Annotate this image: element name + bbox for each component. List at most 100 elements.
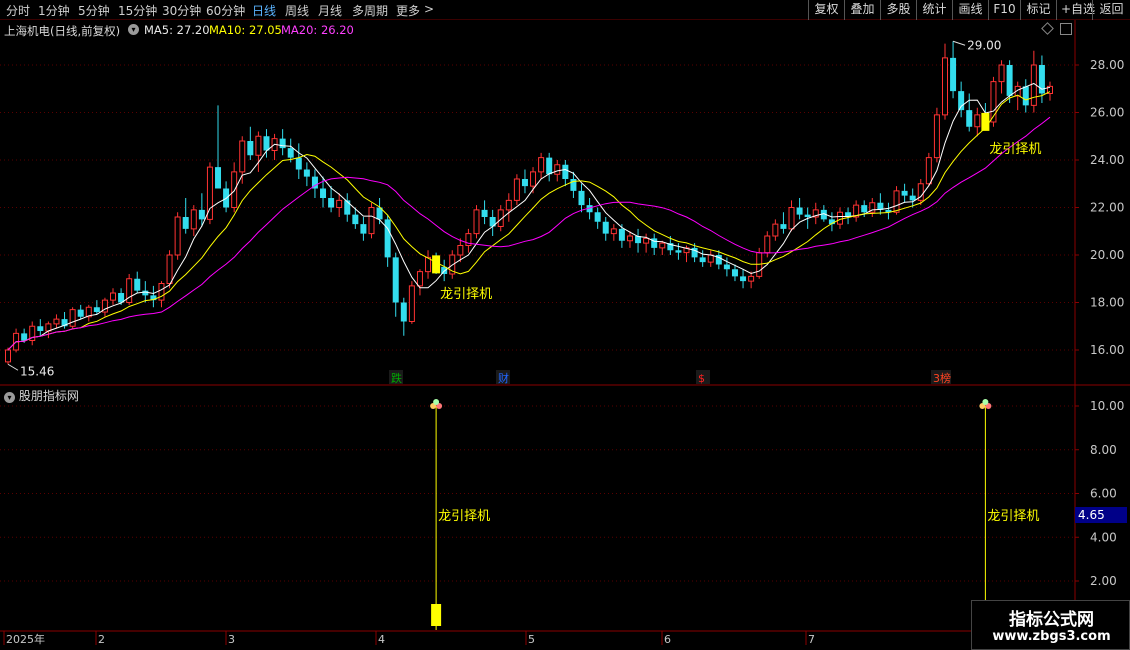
f10-button[interactable]: F10 (988, 0, 1020, 20)
mark-button[interactable]: 标记 (1020, 0, 1056, 20)
watermark-url: www.zbgs3.com (992, 629, 1111, 644)
date-label: 7 (808, 633, 815, 646)
event-tag-box (496, 370, 510, 384)
event-tag: 跌 (391, 371, 402, 385)
candle-body-down (780, 224, 787, 229)
event-tag-box (931, 370, 951, 384)
candle-body-up (425, 256, 432, 273)
candle-body-up (788, 207, 795, 230)
candle-body-up (110, 292, 117, 301)
candle-body-up (126, 278, 133, 303)
candle-body-down (142, 290, 149, 296)
stats-button[interactable]: 统计 (916, 0, 952, 20)
candle-body-down (861, 205, 868, 213)
panel-layout-icon[interactable] (1060, 23, 1072, 35)
candle-body-down (344, 200, 351, 215)
more-arrow-icon[interactable]: > (424, 2, 434, 16)
candle-body-up (53, 318, 60, 325)
period-1min[interactable]: 1分钟 (38, 2, 70, 19)
candle-body-up (255, 135, 262, 156)
candle-body-down (570, 179, 577, 191)
ma20-line (7, 116, 1051, 351)
candle-body-up (101, 299, 108, 313)
candle-body-up (231, 171, 238, 208)
candle-body-up (457, 245, 464, 256)
overlay-button[interactable]: 叠加 (844, 0, 880, 20)
candle-body-up (465, 233, 472, 246)
candle-body-up (941, 57, 948, 116)
candle-body-down (295, 157, 302, 170)
ma5-value: MA5: 27.20 (144, 23, 210, 37)
period-5min[interactable]: 5分钟 (78, 2, 110, 19)
candle-body-down (877, 202, 884, 210)
event-tag: $ (698, 372, 705, 385)
candle-body-up (683, 247, 690, 254)
candle-body-up (368, 207, 375, 235)
candle-body-down (61, 319, 68, 327)
signal-dot (430, 403, 437, 409)
candle-body-up (707, 254, 714, 263)
candle-body-down (699, 257, 706, 263)
candle-body-up (772, 223, 779, 237)
date-label: 4 (378, 633, 385, 646)
candle-body-down (1022, 86, 1029, 106)
signal-dot (982, 399, 989, 405)
candle-body-down (966, 110, 973, 127)
candle-body-up (659, 242, 666, 249)
signal-dot (979, 403, 986, 409)
settings-circle-icon[interactable]: ▾ (128, 24, 139, 35)
candle-body-down (618, 228, 625, 241)
period-15min[interactable]: 15分钟 (118, 2, 157, 19)
sub-signal-label: 龙引择机 (438, 509, 490, 524)
candle-body-down (950, 57, 957, 92)
candle-body-down (118, 293, 125, 303)
sub-signal-bar (431, 604, 442, 626)
candle-body-up (1047, 85, 1053, 94)
candle-body-down (723, 264, 730, 270)
candle-body-up (998, 64, 1005, 83)
draw-button[interactable]: 画线 (952, 0, 988, 20)
period-multi[interactable]: 多周期 (352, 2, 388, 19)
candle-body-up (158, 283, 165, 301)
candle-body-up (853, 204, 860, 218)
candle-body-down (667, 243, 674, 251)
candle-body-up (626, 235, 633, 242)
candle-body-up (917, 183, 924, 201)
multi-stock-button[interactable]: 多股 (880, 0, 916, 20)
period-daily[interactable]: 日线 (252, 2, 276, 19)
candle-body-down (360, 224, 367, 234)
signal-dot (433, 399, 440, 405)
candle-body-down (441, 266, 448, 274)
watermark: 指标公式网 www.zbgs3.com (971, 600, 1130, 650)
candle-body-up (505, 199, 512, 211)
candle-body-down (901, 190, 908, 196)
candle-body-down (578, 190, 585, 206)
period-30min[interactable]: 30分钟 (162, 2, 201, 19)
candle-body-down (594, 212, 601, 222)
sub-settings-icon[interactable]: ▾ (4, 392, 15, 403)
period-weekly[interactable]: 周线 (285, 2, 309, 19)
period-more[interactable]: 更多 (396, 2, 420, 19)
candle-body-up (29, 325, 36, 341)
candle-body-down (651, 238, 658, 248)
candle-body-up (869, 202, 876, 213)
candle-body-up (166, 254, 173, 284)
period-monthly[interactable]: 月线 (318, 2, 342, 19)
back-button[interactable]: 返回 (1092, 0, 1130, 20)
low-price-label: 15.46 (20, 364, 54, 378)
signal-dot (436, 403, 443, 409)
main-axis-label: 26.00 (1090, 106, 1124, 120)
candle-body-up (408, 285, 415, 322)
candle-body-down (1038, 65, 1045, 94)
add-favorite-button[interactable]: +自选 (1056, 0, 1095, 20)
candle-body-down (731, 269, 738, 277)
period-60min[interactable]: 60分钟 (206, 2, 245, 19)
sub-axis-label: 6.00 (1090, 487, 1117, 501)
candle-body-down (400, 302, 407, 322)
candle-body-down (740, 276, 747, 282)
adjust-button[interactable]: 复权 (808, 0, 844, 20)
period-intraday[interactable]: 分时 (6, 2, 30, 19)
candle-body-up (336, 199, 343, 208)
candle-body-up (925, 157, 932, 185)
candle-body-down (433, 257, 440, 267)
